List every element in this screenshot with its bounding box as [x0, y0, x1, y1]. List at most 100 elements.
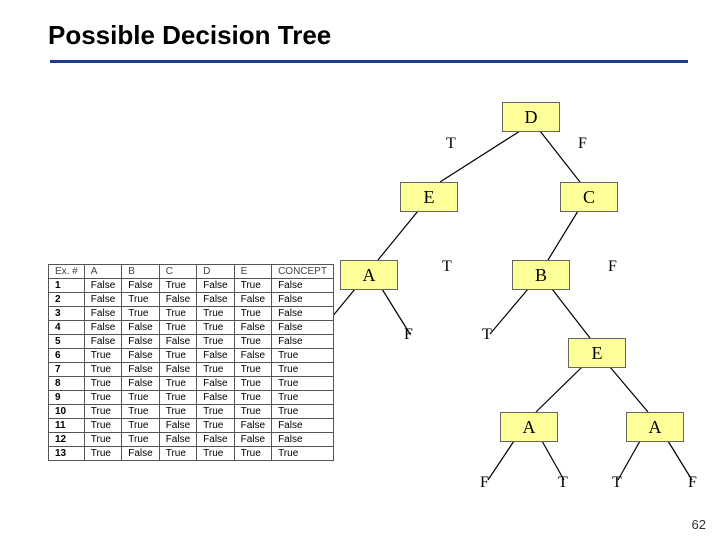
table-cell: True [84, 363, 121, 377]
table-cell: True [84, 405, 121, 419]
table-header: A [84, 265, 121, 279]
table-cell: False [197, 279, 234, 293]
slide: Possible Decision Tree [0, 0, 720, 540]
table-cell: False [272, 433, 334, 447]
table-cell: False [122, 321, 159, 335]
table-cell: True [84, 447, 121, 461]
table-cell: False [234, 293, 271, 307]
table-cell: 6 [49, 349, 85, 363]
table-row: 5FalseFalseFalseTrueTrueFalse [49, 335, 334, 349]
table-cell: False [159, 363, 196, 377]
edge-B-F: F [608, 258, 617, 276]
table-cell: True [234, 335, 271, 349]
table-cell: True [122, 433, 159, 447]
table-row: 6TrueFalseTrueFalseFalseTrue [49, 349, 334, 363]
table-cell: True [84, 349, 121, 363]
table-cell: False [197, 293, 234, 307]
table-cell: True [272, 447, 334, 461]
table-cell: False [197, 377, 234, 391]
table-cell: False [122, 377, 159, 391]
table-cell: True [159, 307, 196, 321]
table-cell: 13 [49, 447, 85, 461]
leaf-A2-T: T [558, 474, 568, 492]
table-row: 2FalseTrueFalseFalseFalseFalse [49, 293, 334, 307]
table-header: B [122, 265, 159, 279]
table-cell: True [122, 419, 159, 433]
table-cell: True [159, 377, 196, 391]
table-cell: False [234, 419, 271, 433]
table-cell: False [159, 419, 196, 433]
table-cell: False [272, 279, 334, 293]
node-E: E [400, 182, 458, 212]
node-E2: E [568, 338, 626, 368]
table-cell: 10 [49, 405, 85, 419]
table-header: E [234, 265, 271, 279]
table-cell: False [84, 321, 121, 335]
page-number: 62 [692, 517, 706, 532]
table-row: 12TrueTrueFalseFalseFalseFalse [49, 433, 334, 447]
table-cell: True [159, 349, 196, 363]
table-cell: True [272, 349, 334, 363]
table-cell: True [122, 293, 159, 307]
table-cell: 3 [49, 307, 85, 321]
table-cell: True [84, 433, 121, 447]
table-cell: False [84, 293, 121, 307]
example-table: Ex. #ABCDECONCEPT 1FalseFalseTrueFalseTr… [48, 264, 334, 461]
table-cell: True [272, 377, 334, 391]
leaf-A3-F: F [688, 474, 697, 492]
table-row: 1FalseFalseTrueFalseTrueFalse [49, 279, 334, 293]
leaf-A2-F: F [480, 474, 489, 492]
table-cell: False [159, 293, 196, 307]
table-cell: True [84, 391, 121, 405]
table-cell: True [197, 447, 234, 461]
table-row: 11TrueTrueFalseTrueFalseFalse [49, 419, 334, 433]
node-B: B [512, 260, 570, 290]
table-cell: False [122, 363, 159, 377]
table-cell: False [122, 349, 159, 363]
table-cell: False [272, 419, 334, 433]
node-D: D [502, 102, 560, 132]
table-cell: False [159, 433, 196, 447]
table-cell: True [234, 363, 271, 377]
leaf-B-T: T [482, 326, 492, 344]
node-A: A [340, 260, 398, 290]
table-cell: True [234, 405, 271, 419]
table-cell: False [272, 335, 334, 349]
table-cell: True [234, 307, 271, 321]
table-cell: True [197, 321, 234, 335]
edge-D-T: T [446, 135, 456, 153]
table-cell: False [159, 335, 196, 349]
table-cell: False [234, 349, 271, 363]
table-row: 10TrueTrueTrueTrueTrueTrue [49, 405, 334, 419]
table-cell: False [234, 433, 271, 447]
table-cell: True [234, 279, 271, 293]
table-cell: True [234, 447, 271, 461]
table-cell: False [272, 321, 334, 335]
table-cell: True [159, 405, 196, 419]
table-cell: True [122, 391, 159, 405]
table-header: D [197, 265, 234, 279]
table-cell: False [122, 335, 159, 349]
table-cell: True [272, 405, 334, 419]
table-cell: True [197, 335, 234, 349]
table-row: 7TrueFalseFalseTrueTrueTrue [49, 363, 334, 377]
table-cell: True [159, 321, 196, 335]
table-cell: True [122, 405, 159, 419]
table-cell: True [84, 377, 121, 391]
table-cell: 4 [49, 321, 85, 335]
edge-A-T: T [442, 258, 452, 276]
edge-D-F: F [578, 135, 587, 153]
table-row: 9TrueTrueTrueFalseTrueTrue [49, 391, 334, 405]
node-A3: A [626, 412, 684, 442]
table-cell: False [122, 447, 159, 461]
table-cell: False [197, 433, 234, 447]
table-cell: False [84, 279, 121, 293]
table-cell: False [272, 307, 334, 321]
table-header: Ex. # [49, 265, 85, 279]
table-cell: False [197, 349, 234, 363]
table-row: 8TrueFalseTrueFalseTrueTrue [49, 377, 334, 391]
table-cell: True [122, 307, 159, 321]
table-cell: True [84, 419, 121, 433]
table-cell: False [84, 307, 121, 321]
table-cell: False [84, 335, 121, 349]
